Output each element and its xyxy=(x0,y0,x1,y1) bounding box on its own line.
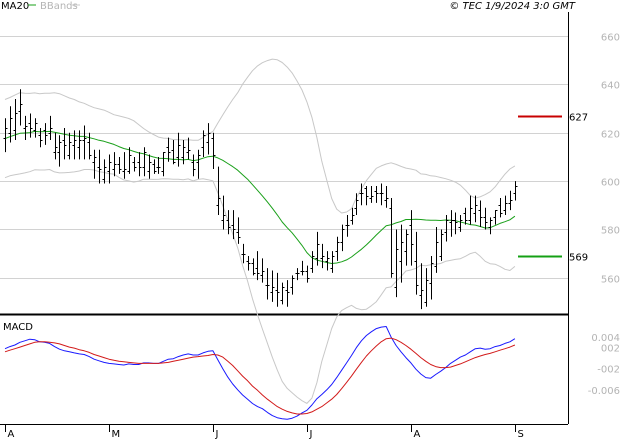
price-tick-label-4: 580 xyxy=(601,226,620,237)
price-tick-label-1: 640 xyxy=(601,81,620,92)
chart-canvas: 627 569 660 640 620 600 580 560 0.004002 -002 -0.… xyxy=(0,1,620,440)
macd-tick-label-2: -002 xyxy=(597,365,620,376)
x-tick-label-3: J xyxy=(309,429,313,440)
macd-tick-label-0: 0.004 xyxy=(591,333,620,344)
macd-title: MACD xyxy=(3,322,33,333)
support-level-label: 569 xyxy=(569,253,588,264)
price-panel xyxy=(0,12,568,314)
x-tick-label-2: J xyxy=(215,429,219,440)
price-tick-label-0: 660 xyxy=(601,33,620,44)
resistance-level-label: 627 xyxy=(569,113,588,124)
price-tick-label-3: 600 xyxy=(601,178,620,189)
macd-panel xyxy=(0,316,568,424)
x-tick-label-5: S xyxy=(518,429,524,440)
x-tick-label-0: A xyxy=(8,429,15,440)
legend-bbands: BBands xyxy=(40,1,78,12)
price-tick-label-5: 560 xyxy=(601,275,620,286)
copyright: © TEC 1/9/2024 3:0 GMT xyxy=(449,1,576,12)
legend-ma20: MA20 xyxy=(1,1,29,12)
x-tick-labels: AMJJAS xyxy=(5,424,524,440)
x-tick-label-4: A xyxy=(414,429,421,440)
price-tick-label-2: 620 xyxy=(601,130,620,141)
macd-tick-label-3: -0.006 xyxy=(588,386,620,397)
macd-tick-label-1: 002 xyxy=(601,344,620,355)
x-tick-label-1: M xyxy=(112,429,121,440)
y-tick-labels: 660 640 620 600 580 560 0.004002 -002 -0.006 xyxy=(588,33,620,397)
chart-root: 627 569 660 640 620 600 580 560 0.004 002 -002 -0.… xyxy=(0,0,627,440)
